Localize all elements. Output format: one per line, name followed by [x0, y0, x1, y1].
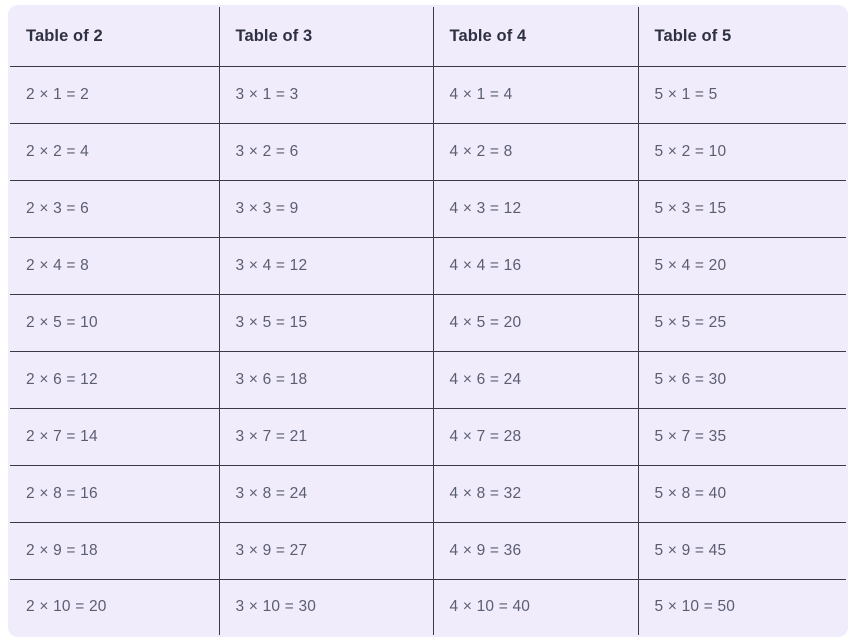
table-row: 2 × 4 = 8 3 × 4 = 12 4 × 4 = 16 5 × 4 = …	[10, 236, 846, 295]
table-header-row: Table of 2 Table of 3 Table of 4 Table o…	[10, 7, 846, 67]
table-cell: 2 × 9 = 18	[10, 521, 220, 580]
table-cell: 3 × 2 = 6	[218, 122, 434, 181]
table-cell: 2 × 4 = 8	[10, 236, 220, 295]
table-body: 2 × 1 = 2 3 × 1 = 3 4 × 1 = 4 5 × 1 = 5 …	[10, 65, 846, 635]
table-cell: 5 × 9 = 45	[637, 521, 846, 580]
table-row: 2 × 6 = 12 3 × 6 = 18 4 × 6 = 24 5 × 6 =…	[10, 350, 846, 409]
table-cell: 3 × 9 = 27	[218, 521, 434, 580]
table-cell: 5 × 7 = 35	[637, 407, 846, 466]
table-cell: 3 × 1 = 3	[218, 65, 434, 124]
table-cell: 5 × 6 = 30	[637, 350, 846, 409]
table-cell: 3 × 3 = 9	[218, 179, 434, 238]
table-row: 2 × 5 = 10 3 × 5 = 15 4 × 5 = 20 5 × 5 =…	[10, 293, 846, 352]
table-cell: 4 × 4 = 16	[432, 236, 639, 295]
table-row: 2 × 8 = 16 3 × 8 = 24 4 × 8 = 32 5 × 8 =…	[10, 464, 846, 523]
column-header-table-of-2: Table of 2	[10, 7, 220, 67]
table-cell: 2 × 8 = 16	[10, 464, 220, 523]
column-header-table-of-3: Table of 3	[218, 7, 434, 67]
table-cell: 4 × 3 = 12	[432, 179, 639, 238]
table-cell: 2 × 10 = 20	[10, 578, 220, 635]
table-cell: 2 × 1 = 2	[10, 65, 220, 124]
table-cell: 3 × 6 = 18	[218, 350, 434, 409]
table-cell: 3 × 4 = 12	[218, 236, 434, 295]
table-row: 2 × 10 = 20 3 × 10 = 30 4 × 10 = 40 5 × …	[10, 578, 846, 635]
table-row: 2 × 2 = 4 3 × 2 = 6 4 × 2 = 8 5 × 2 = 10	[10, 122, 846, 181]
table-cell: 4 × 2 = 8	[432, 122, 639, 181]
table-row: 2 × 3 = 6 3 × 3 = 9 4 × 3 = 12 5 × 3 = 1…	[10, 179, 846, 238]
table-cell: 3 × 8 = 24	[218, 464, 434, 523]
table-cell: 3 × 5 = 15	[218, 293, 434, 352]
table-cell: 2 × 2 = 4	[10, 122, 220, 181]
table-row: 2 × 1 = 2 3 × 1 = 3 4 × 1 = 4 5 × 1 = 5	[10, 65, 846, 124]
table-cell: 3 × 7 = 21	[218, 407, 434, 466]
table-cell: 4 × 9 = 36	[432, 521, 639, 580]
table-cell: 2 × 5 = 10	[10, 293, 220, 352]
multiplication-tables-container: Table of 2 Table of 3 Table of 4 Table o…	[8, 5, 848, 637]
table-cell: 5 × 4 = 20	[637, 236, 846, 295]
table-cell: 5 × 10 = 50	[637, 578, 846, 635]
multiplication-table: Table of 2 Table of 3 Table of 4 Table o…	[8, 5, 848, 637]
table-cell: 2 × 3 = 6	[10, 179, 220, 238]
table-cell: 4 × 5 = 20	[432, 293, 639, 352]
table-cell: 5 × 3 = 15	[637, 179, 846, 238]
table-cell: 3 × 10 = 30	[218, 578, 434, 635]
table-cell: 5 × 5 = 25	[637, 293, 846, 352]
table-cell: 4 × 1 = 4	[432, 65, 639, 124]
table-cell: 5 × 8 = 40	[637, 464, 846, 523]
table-cell: 4 × 7 = 28	[432, 407, 639, 466]
table-cell: 2 × 6 = 12	[10, 350, 220, 409]
column-header-table-of-5: Table of 5	[637, 7, 846, 67]
table-cell: 5 × 2 = 10	[637, 122, 846, 181]
table-cell: 4 × 8 = 32	[432, 464, 639, 523]
table-row: 2 × 7 = 14 3 × 7 = 21 4 × 7 = 28 5 × 7 =…	[10, 407, 846, 466]
table-row: 2 × 9 = 18 3 × 9 = 27 4 × 9 = 36 5 × 9 =…	[10, 521, 846, 580]
table-cell: 2 × 7 = 14	[10, 407, 220, 466]
table-cell: 4 × 10 = 40	[432, 578, 639, 635]
table-header: Table of 2 Table of 3 Table of 4 Table o…	[10, 7, 846, 67]
table-cell: 4 × 6 = 24	[432, 350, 639, 409]
table-cell: 5 × 1 = 5	[637, 65, 846, 124]
column-header-table-of-4: Table of 4	[432, 7, 639, 67]
